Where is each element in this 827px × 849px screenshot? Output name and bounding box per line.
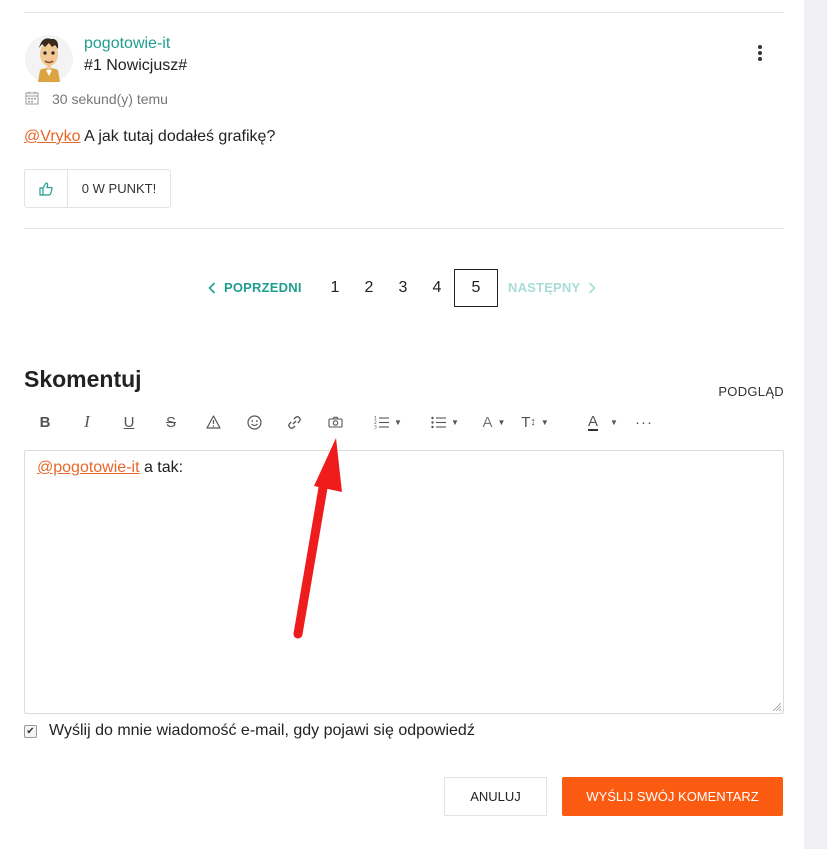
- chevron-left-icon: [208, 281, 216, 294]
- svg-text:3: 3: [374, 425, 377, 430]
- pagination: POPRZEDNI 1 2 3 4 5 NASTĘPNY: [0, 269, 804, 307]
- size-arrows-icon: ↕: [530, 416, 536, 428]
- font-family-button[interactable]: A ▼: [480, 408, 508, 436]
- caret-down-icon: ▼: [451, 417, 459, 427]
- smiley-icon: [246, 414, 262, 430]
- bullet-list-icon: [431, 416, 447, 428]
- next-page-button[interactable]: NASTĘPNY: [508, 280, 597, 295]
- user-avatar[interactable]: [24, 34, 74, 84]
- notify-option: ✔ Wyślij do mnie wiadomość e-mail, gdy p…: [24, 722, 475, 740]
- page-4[interactable]: 4: [420, 269, 454, 307]
- notify-label: Wyślij do mnie wiadomość e-mail, gdy poj…: [49, 722, 475, 739]
- link-icon: [287, 415, 301, 429]
- right-gutter: [804, 0, 827, 849]
- post-body: @Vryko A jak tutaj dodałeś grafikę?: [24, 128, 275, 146]
- calendar-icon: [25, 91, 39, 105]
- divider-top: [24, 12, 784, 13]
- font-family-label: A: [482, 413, 493, 431]
- post-text: A jak tutaj dodałeś grafikę?: [80, 128, 276, 145]
- chevron-right-icon: [589, 281, 597, 294]
- like-count: 0 W PUNKT!: [81, 181, 157, 196]
- prev-page-button[interactable]: POPRZEDNI: [208, 280, 302, 295]
- text-color-label: A: [588, 412, 599, 431]
- bullet-list-button[interactable]: ▼: [424, 408, 466, 436]
- next-label: NASTĘPNY: [508, 280, 581, 295]
- text-color-button[interactable]: A ▼: [582, 408, 624, 436]
- bold-button[interactable]: B: [38, 408, 52, 436]
- comment-heading: Skomentuj: [24, 366, 142, 392]
- cancel-button[interactable]: ANULUJ: [444, 777, 547, 816]
- divider-post-end: [24, 228, 784, 229]
- resize-grip-icon[interactable]: [771, 701, 781, 711]
- editor-mention[interactable]: @pogotowie-it: [37, 459, 140, 476]
- submit-comment-button[interactable]: WYŚLIJ SWÓJ KOMENTARZ: [562, 777, 783, 816]
- comment-editor[interactable]: @pogotowie-it a tak:: [24, 450, 784, 714]
- page-2[interactable]: 2: [352, 269, 386, 307]
- editor-text: a tak:: [139, 459, 184, 476]
- caret-down-icon: ▼: [497, 417, 506, 427]
- mention-link[interactable]: @Vryko: [24, 128, 81, 145]
- more-options-button[interactable]: ···: [634, 408, 654, 436]
- red-annotation-arrow: [293, 438, 342, 639]
- post-username[interactable]: pogotowie-it: [84, 35, 170, 53]
- spoiler-button[interactable]: [205, 408, 221, 436]
- page-5-current[interactable]: 5: [454, 269, 498, 307]
- caret-down-icon: ▼: [394, 417, 402, 427]
- caret-down-icon: ▼: [610, 417, 618, 427]
- warning-icon: [205, 415, 221, 429]
- ordered-list-icon: 123: [374, 416, 390, 430]
- user-rank: #1 Nowicjusz#: [84, 57, 188, 74]
- page-3[interactable]: 3: [386, 269, 420, 307]
- camera-icon: [328, 416, 343, 428]
- strikethrough-button[interactable]: S: [164, 408, 178, 436]
- font-size-button[interactable]: T ↕ ▼: [520, 408, 550, 436]
- like-widget: 0 W PUNKT!: [24, 169, 171, 208]
- caret-down-icon: ▼: [540, 417, 549, 427]
- underline-button[interactable]: U: [122, 408, 136, 436]
- italic-button[interactable]: I: [80, 408, 94, 436]
- ordered-list-button[interactable]: 123 ▼: [367, 408, 409, 436]
- page-1[interactable]: 1: [318, 269, 352, 307]
- prev-label: POPRZEDNI: [224, 280, 302, 295]
- emoji-button[interactable]: [246, 408, 262, 436]
- post-timestamp: 30 sekund(y) temu: [52, 91, 168, 107]
- preview-button[interactable]: PODGLĄD: [718, 384, 784, 399]
- kebab-menu-icon[interactable]: [752, 42, 768, 64]
- thumbs-up-button[interactable]: [25, 170, 68, 207]
- notify-checkbox[interactable]: ✔: [24, 724, 37, 738]
- editor-toolbar: B I U S 123 ▼ ▼ A ▼ T ↕ ▼ A ▼ ···: [24, 408, 724, 436]
- checkmark-icon: ✔: [26, 725, 35, 737]
- thumbs-up-icon: [39, 181, 53, 196]
- font-size-label: T: [521, 413, 531, 431]
